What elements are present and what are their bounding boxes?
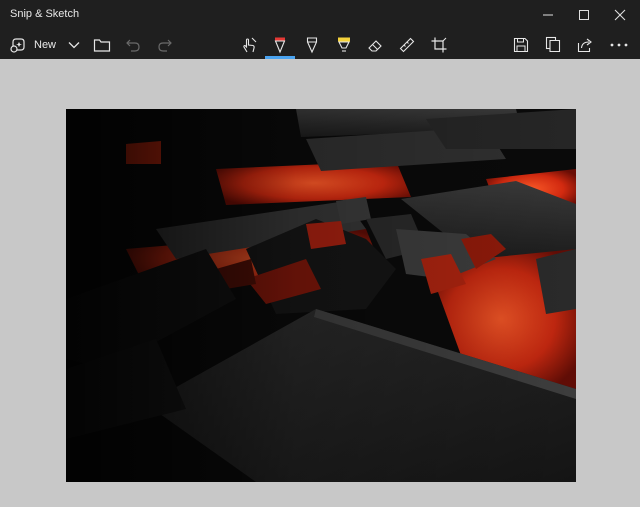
- minimize-button[interactable]: [528, 0, 568, 30]
- chevron-down-icon: [68, 41, 80, 48]
- save-icon: [513, 37, 529, 52]
- copy-icon: [545, 36, 561, 53]
- eraser-tool[interactable]: [365, 30, 385, 59]
- title-bar: Snip & Sketch: [0, 0, 640, 30]
- share-icon: [577, 38, 592, 52]
- ballpoint-pen-tool[interactable]: [270, 30, 290, 59]
- ballpoint-pen-icon: [274, 37, 286, 53]
- open-file-button[interactable]: [91, 30, 113, 59]
- ruler-icon: [399, 37, 415, 52]
- maximize-icon: [579, 10, 589, 20]
- pencil-tool[interactable]: [302, 30, 322, 59]
- window-title: Snip & Sketch: [10, 8, 80, 20]
- snip-and-sketch-window: Snip & Sketch New: [0, 0, 640, 507]
- new-button-label: New: [34, 38, 57, 51]
- touch-writing-icon: [243, 37, 257, 52]
- close-button[interactable]: [600, 0, 640, 30]
- redo-button[interactable]: [155, 30, 175, 59]
- crop-icon: [431, 37, 447, 52]
- new-snip-button[interactable]: New: [9, 30, 56, 59]
- more-icon: [610, 43, 628, 46]
- more-options-button[interactable]: [608, 30, 630, 59]
- undo-button[interactable]: [123, 30, 143, 59]
- open-folder-icon: [93, 38, 111, 52]
- eraser-icon: [368, 39, 382, 52]
- crop-tool[interactable]: [429, 30, 449, 59]
- new-snip-dropdown[interactable]: [66, 30, 82, 59]
- highlighter-icon: [338, 37, 350, 52]
- touch-writing-button[interactable]: [238, 30, 260, 59]
- undo-icon: [126, 39, 140, 52]
- canvas-area[interactable]: [0, 59, 640, 507]
- screenshot-image[interactable]: [66, 109, 576, 482]
- redo-icon: [158, 39, 172, 52]
- copy-button[interactable]: [543, 30, 563, 59]
- screenshot-image-content: [66, 109, 576, 482]
- pencil-icon: [306, 36, 318, 53]
- share-button[interactable]: [575, 30, 595, 59]
- toolbar: New: [0, 30, 640, 59]
- new-snip-icon: [10, 37, 25, 53]
- save-button[interactable]: [511, 30, 531, 59]
- close-icon: [614, 9, 626, 21]
- highlighter-tool[interactable]: [334, 30, 354, 59]
- minimize-icon: [543, 14, 553, 16]
- ruler-tool[interactable]: [397, 30, 417, 59]
- maximize-button[interactable]: [564, 0, 604, 30]
